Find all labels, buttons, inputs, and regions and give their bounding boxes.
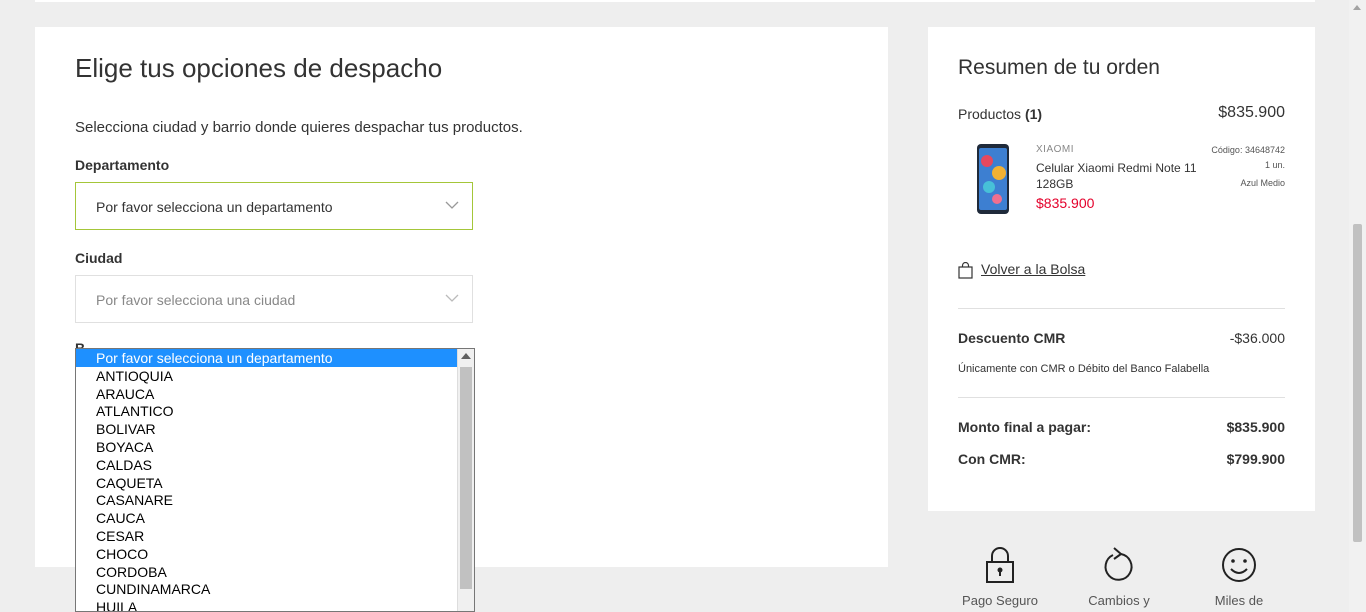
products-label: Productos xyxy=(958,106,1022,122)
product-code: Código: 34648742 xyxy=(1211,145,1285,155)
discount-row: Descuento CMR -$36.000 xyxy=(958,330,1285,346)
products-total: $835.900 xyxy=(1218,104,1285,121)
final-amount-row: Monto final a pagar: $835.900 xyxy=(958,419,1285,435)
lock-icon xyxy=(986,547,1014,583)
discount-value: -$36.000 xyxy=(1229,330,1285,346)
dropdown-scrollbar-thumb[interactable] xyxy=(460,367,472,589)
products-row: Productos (1) $835.900 xyxy=(958,104,1285,122)
shipping-intro: Selecciona ciudad y barrio donde quieres… xyxy=(75,119,523,136)
scroll-up-arrow-icon[interactable] xyxy=(1353,5,1361,10)
scroll-up-arrow-icon[interactable] xyxy=(461,353,471,359)
smile-icon xyxy=(1222,548,1256,582)
dropdown-option[interactable]: CASANARE xyxy=(76,491,458,509)
badge-label: Pago Seguro xyxy=(962,593,1038,608)
dropdown-option[interactable]: ANTIOQUIA xyxy=(76,367,458,385)
discount-label: Descuento CMR xyxy=(958,330,1066,346)
ciudad-select-value: Por favor selecciona una ciudad xyxy=(96,292,296,308)
final-value: $835.900 xyxy=(1226,419,1285,435)
dropdown-option[interactable]: BOLIVAR xyxy=(76,420,458,438)
cmr-value: $799.900 xyxy=(1226,451,1285,467)
departamento-select[interactable]: Por favor selecciona un departamento xyxy=(75,182,473,230)
shopping-bag-icon xyxy=(958,262,973,279)
chevron-down-icon xyxy=(445,294,459,302)
product-price: $835.900 xyxy=(1036,195,1095,211)
dropdown-option[interactable]: CALDAS xyxy=(76,456,458,474)
dropdown-option[interactable]: CUNDINAMARCA xyxy=(76,580,458,598)
order-summary-card: Resumen de tu orden Productos (1) $835.9… xyxy=(928,27,1315,511)
badge-label: Miles de xyxy=(1214,593,1264,608)
dropdown-option[interactable]: CAQUETA xyxy=(76,474,458,492)
cmr-label: Con CMR: xyxy=(958,451,1026,467)
top-strip xyxy=(35,0,1315,2)
dropdown-option[interactable]: CHOCO xyxy=(76,545,458,563)
discount-note: Únicamente con CMR o Débito del Banco Fa… xyxy=(958,363,1210,375)
dropdown-option[interactable]: HUILA xyxy=(76,598,458,611)
page-scrollbar[interactable] xyxy=(1349,0,1366,612)
dropdown-option[interactable]: ARAUCA xyxy=(76,385,458,403)
dropdown-option[interactable]: CAUCA xyxy=(76,509,458,527)
dropdown-option[interactable]: ATLANTICO xyxy=(76,402,458,420)
back-to-bag-label: Volver a la Bolsa xyxy=(981,261,1086,277)
dropdown-option[interactable]: CORDOBA xyxy=(76,563,458,581)
departamento-select-value: Por favor selecciona un departamento xyxy=(96,199,333,215)
ciudad-label: Ciudad xyxy=(75,250,123,266)
badge-secure-payment: Pago Seguro xyxy=(950,545,1050,608)
cmr-amount-row: Con CMR: $799.900 xyxy=(958,451,1285,467)
refresh-icon xyxy=(1104,547,1133,581)
product-name[interactable]: Celular Xiaomi Redmi Note 11 128GB xyxy=(1036,160,1201,192)
chevron-down-icon xyxy=(445,201,459,209)
dropdown-scrollbar[interactable] xyxy=(457,349,474,611)
badge-returns: Cambios y xyxy=(1069,545,1169,608)
summary-title: Resumen de tu orden xyxy=(958,56,1160,79)
dropdown-option[interactable]: Por favor selecciona un departamento xyxy=(76,349,458,367)
badge-customers: Miles de xyxy=(1189,545,1289,608)
divider xyxy=(958,308,1285,309)
products-count: (1) xyxy=(1024,106,1043,122)
product-qty: 1 un. xyxy=(1264,160,1285,170)
departamento-dropdown-list[interactable]: Por favor selecciona un departamento ANTI… xyxy=(75,348,475,612)
product-image[interactable] xyxy=(975,143,1011,215)
page-scrollbar-thumb[interactable] xyxy=(1353,224,1362,542)
product-color: Azul Medio xyxy=(1240,178,1285,188)
badge-label: Cambios y xyxy=(1088,593,1150,608)
ciudad-select[interactable]: Por favor selecciona una ciudad xyxy=(75,275,473,323)
dropdown-option[interactable]: BOYACA xyxy=(76,438,458,456)
final-label: Monto final a pagar: xyxy=(958,419,1091,435)
product-brand: XIAOMI xyxy=(1036,144,1075,155)
shipping-title: Elige tus opciones de despacho xyxy=(75,53,443,83)
dropdown-option[interactable]: CESAR xyxy=(76,527,458,545)
divider xyxy=(958,397,1285,398)
departamento-label: Departamento xyxy=(75,157,170,173)
